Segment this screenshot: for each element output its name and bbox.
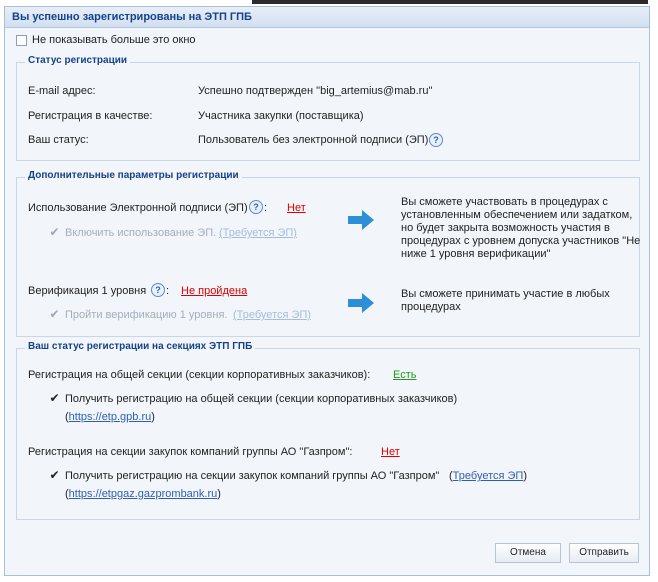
ep-usage-colon: : [264, 202, 268, 214]
help-icon[interactable]: ? [249, 200, 263, 214]
additional-params-legend: Дополнительные параметры регистрации [25, 170, 242, 181]
dont-show-checkbox[interactable] [16, 35, 27, 46]
sections-status-fieldset: Ваш статус регистрации на секциях ЭТП ГП… [16, 341, 640, 520]
gazprom-section-label: Регистрация на секции закупок компаний г… [28, 446, 353, 458]
registration-status-fieldset: Статус регистрации E-mail адрес: Успешно… [16, 55, 640, 161]
verification-label: Верификация 1 уровня [28, 285, 147, 297]
email-value: Успешно подтвержден "big_artemius@mab.ru… [198, 85, 433, 97]
role-value: Участника закупки (поставщика) [198, 110, 364, 122]
gazprom-section-checkbox[interactable]: ✔ [49, 469, 60, 481]
role-label: Регистрация в качестве: [28, 110, 153, 122]
dont-show-label[interactable]: Не показывать больше это окно [32, 34, 196, 46]
user-status-value: Пользователь без электронной подписи (ЭП… [198, 134, 429, 146]
ep-usage-label: Использование Электронной подписи (ЭП) [28, 202, 248, 214]
ep-usage-status: Нет [287, 202, 306, 214]
top-window-edge [252, 0, 648, 4]
right-arrow-icon [348, 210, 374, 230]
ep-requires-link[interactable]: (Требуется ЭП) [219, 227, 297, 239]
additional-params-fieldset: Дополнительные параметры регистрации Исп… [16, 170, 640, 337]
verification-checkbox[interactable]: ✔ [49, 308, 60, 320]
enable-ep-label: Включить использование ЭП. [65, 227, 217, 239]
user-status-label: Ваш статус: [28, 134, 89, 146]
registration-status-legend: Статус регистрации [25, 55, 131, 66]
sections-status-legend: Ваш статус регистрации на секциях ЭТП ГП… [25, 341, 256, 352]
verification-pass-label: Пройти верификацию 1 уровня. [65, 309, 228, 321]
gazprom-section-cb-label: Получить регистрацию на секции закупок к… [65, 470, 440, 482]
dialog-title: Вы успешно зарегистрированы на ЭТП ГПБ [12, 11, 252, 23]
verification-requires-link[interactable]: (Требуется ЭП) [233, 309, 311, 321]
submit-button[interactable]: Отправить [569, 543, 639, 563]
verification-status: Не пройдена [181, 285, 248, 297]
enable-ep-checkbox[interactable]: ✔ [49, 226, 60, 238]
general-section-link-wrap: (https://etp.gpb.ru) [65, 411, 155, 423]
registration-success-dialog: Вы успешно зарегистрированы на ЭТП ГПБ Н… [4, 6, 650, 576]
verification-colon: : [166, 285, 170, 297]
gazprom-section-link[interactable]: https://etpgaz.gazprombank.ru [69, 488, 218, 500]
email-label: E-mail адрес: [28, 85, 96, 97]
cancel-button[interactable]: Отмена [495, 543, 561, 563]
general-section-cb-label: Получить регистрацию на общей секции (се… [65, 393, 458, 405]
gazprom-section-status: Нет [381, 446, 400, 458]
ep-info-text: Вы сможете участвовать в процедурах с ус… [401, 196, 641, 260]
general-section-checkbox[interactable]: ✔ [49, 392, 60, 404]
help-icon[interactable]: ? [429, 133, 443, 147]
general-section-link[interactable]: https://etp.gpb.ru [69, 411, 152, 423]
right-arrow-icon [348, 293, 374, 313]
help-icon[interactable]: ? [151, 283, 165, 297]
general-section-status: Есть [393, 369, 417, 381]
gazprom-requires-wrap: (Требуется ЭП) [449, 470, 527, 482]
general-section-label: Регистрация на общей секции (секции корп… [28, 369, 371, 381]
verification-info-text: Вы сможете принимать участие в любых про… [401, 288, 610, 313]
dialog-titlebar: Вы успешно зарегистрированы на ЭТП ГПБ [5, 7, 649, 28]
gazprom-requires-link[interactable]: Требуется ЭП [453, 470, 524, 482]
gazprom-link-wrap: (https://etpgaz.gazprombank.ru) [65, 488, 221, 500]
